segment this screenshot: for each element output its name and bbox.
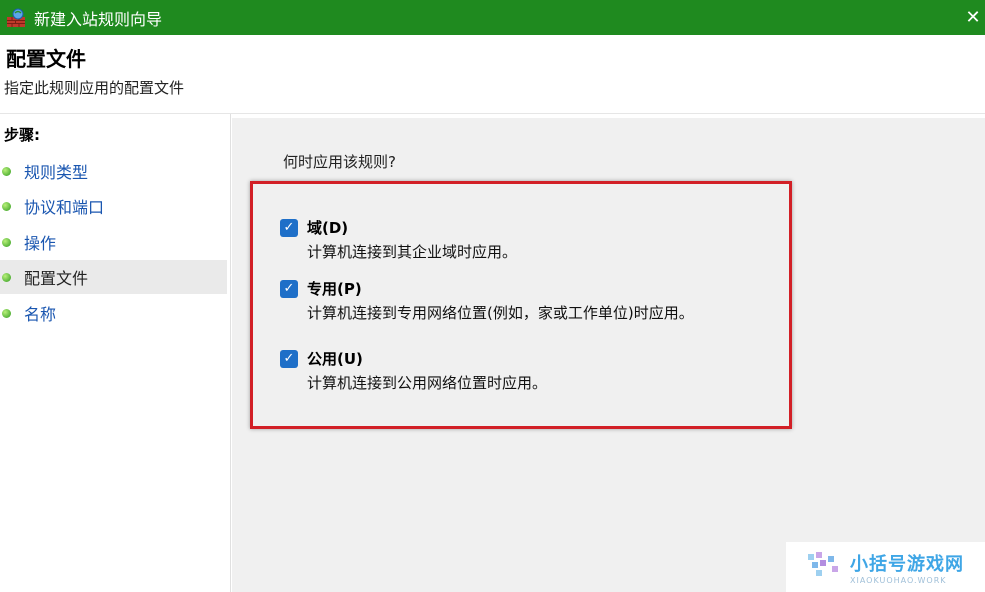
checkmark-icon: ✓: [283, 220, 295, 235]
step-status-icon: [2, 201, 11, 211]
page-header: 配置文件 指定此规则应用的配置文件: [0, 35, 985, 114]
title-bar: 新建入站规则向导 ✕: [0, 0, 985, 35]
step-rule-type[interactable]: 规则类型: [0, 154, 227, 188]
close-icon: ✕: [965, 7, 981, 28]
step-label: 操作: [24, 234, 57, 253]
checkmark-icon: ✓: [283, 351, 295, 366]
step-action[interactable]: 操作: [0, 225, 227, 259]
option-description: 计算机连接到专用网络位置(例如，家或工作单位)时应用。: [307, 304, 694, 322]
private-checkbox[interactable]: ✓: [280, 280, 298, 298]
page-title: 配置文件: [6, 47, 86, 71]
close-button[interactable]: ✕: [961, 0, 985, 35]
watermark: 小括号游戏网 XIAOKUOHAO.WORK: [786, 542, 985, 592]
question-label: 何时应用该规则?: [283, 153, 396, 171]
step-status-icon: [2, 166, 11, 176]
step-status-icon: [2, 272, 11, 282]
step-protocol-port[interactable]: 协议和端口: [0, 189, 227, 223]
window-title: 新建入站规则向导: [34, 9, 163, 29]
domain-checkbox[interactable]: ✓: [280, 219, 298, 237]
firewall-icon: [6, 8, 26, 28]
steps-label: 步骤:: [4, 126, 40, 144]
step-label: 协议和端口: [24, 198, 105, 217]
option-title[interactable]: 公用(U): [307, 348, 363, 369]
public-checkbox[interactable]: ✓: [280, 350, 298, 368]
option-title[interactable]: 域(D): [307, 217, 348, 238]
step-label: 规则类型: [24, 163, 89, 182]
step-status-icon: [2, 237, 11, 247]
step-status-icon: [2, 308, 11, 318]
option-description: 计算机连接到其企业域时应用。: [307, 243, 518, 261]
step-profile[interactable]: 配置文件: [0, 260, 227, 294]
main-content: 何时应用该规则? ✓ 域(D) 计算机连接到其企业域时应用。 ✓ 专用(P) 计…: [232, 118, 985, 592]
steps-sidebar: 步骤: 规则类型 协议和端口 操作 配置文件 名称: [0, 114, 231, 592]
page-subtitle: 指定此规则应用的配置文件: [4, 79, 185, 97]
option-description: 计算机连接到公用网络位置时应用。: [307, 374, 548, 392]
step-label: 配置文件: [24, 269, 89, 288]
watermark-title: 小括号游戏网: [850, 553, 964, 575]
checkmark-icon: ✓: [283, 281, 295, 296]
step-name[interactable]: 名称: [0, 296, 227, 330]
watermark-subtitle: XIAOKUOHAO.WORK: [850, 575, 947, 585]
step-label: 名称: [24, 305, 57, 324]
option-title[interactable]: 专用(P): [307, 278, 362, 299]
watermark-logo-icon: [806, 550, 842, 584]
